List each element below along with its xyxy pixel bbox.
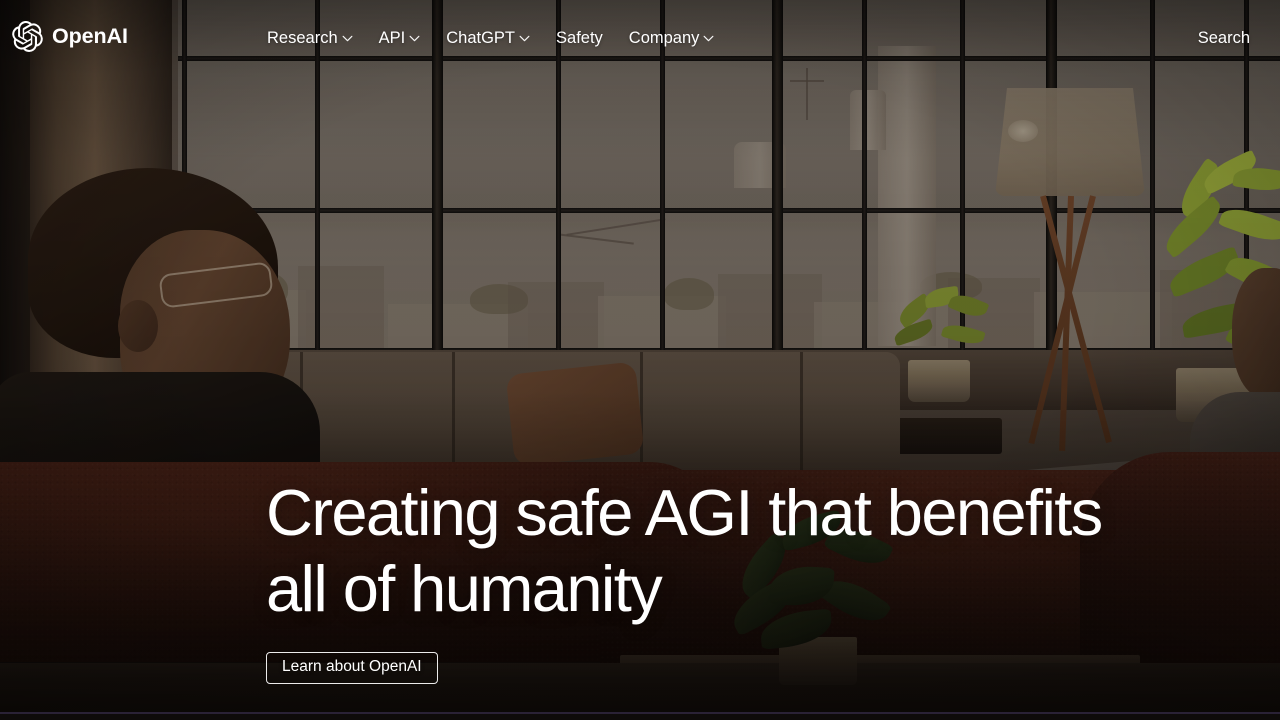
top-navigation-bar: OpenAI Research API ChatGPT Safety Compa… <box>0 0 1280 76</box>
chevron-down-icon <box>519 35 530 41</box>
nav-item-label: Safety <box>556 28 603 47</box>
hero-headline-line-2: all of humanity <box>266 552 663 625</box>
nav-item-safety[interactable]: Safety <box>556 29 603 48</box>
openai-homepage: OpenAI Research API ChatGPT Safety Compa… <box>0 0 1280 720</box>
chevron-down-icon <box>342 35 353 41</box>
brand-name: OpenAI <box>52 23 128 48</box>
search-button[interactable]: Search <box>1198 0 1250 76</box>
nav-item-label: API <box>378 28 406 47</box>
nav-item-label: Research <box>267 28 338 47</box>
nav-item-chatgpt[interactable]: ChatGPT <box>446 29 530 48</box>
chevron-down-icon <box>703 35 714 41</box>
search-label: Search <box>1197 28 1250 47</box>
hero-headline-line-1: Creating safe AGI that benefits <box>266 476 1103 549</box>
nav-item-api[interactable]: API <box>379 29 421 48</box>
brand-logo-link[interactable]: OpenAI <box>12 21 128 52</box>
learn-about-openai-button[interactable]: Learn about OpenAI <box>266 652 438 684</box>
nav-item-research[interactable]: Research <box>267 29 353 48</box>
hero-headline: Creating safe AGI that benefits all of h… <box>266 475 1103 627</box>
hero-content: Creating safe AGI that benefits all of h… <box>266 475 1103 684</box>
nav-item-label: ChatGPT <box>446 28 516 47</box>
page-bottom-strip <box>0 714 1280 720</box>
nav-item-label: Company <box>628 28 700 47</box>
openai-blossom-logo-icon <box>12 21 43 52</box>
nav-links: Research API ChatGPT Safety Company <box>267 0 714 76</box>
chevron-down-icon <box>409 35 420 41</box>
nav-item-company[interactable]: Company <box>629 29 715 48</box>
